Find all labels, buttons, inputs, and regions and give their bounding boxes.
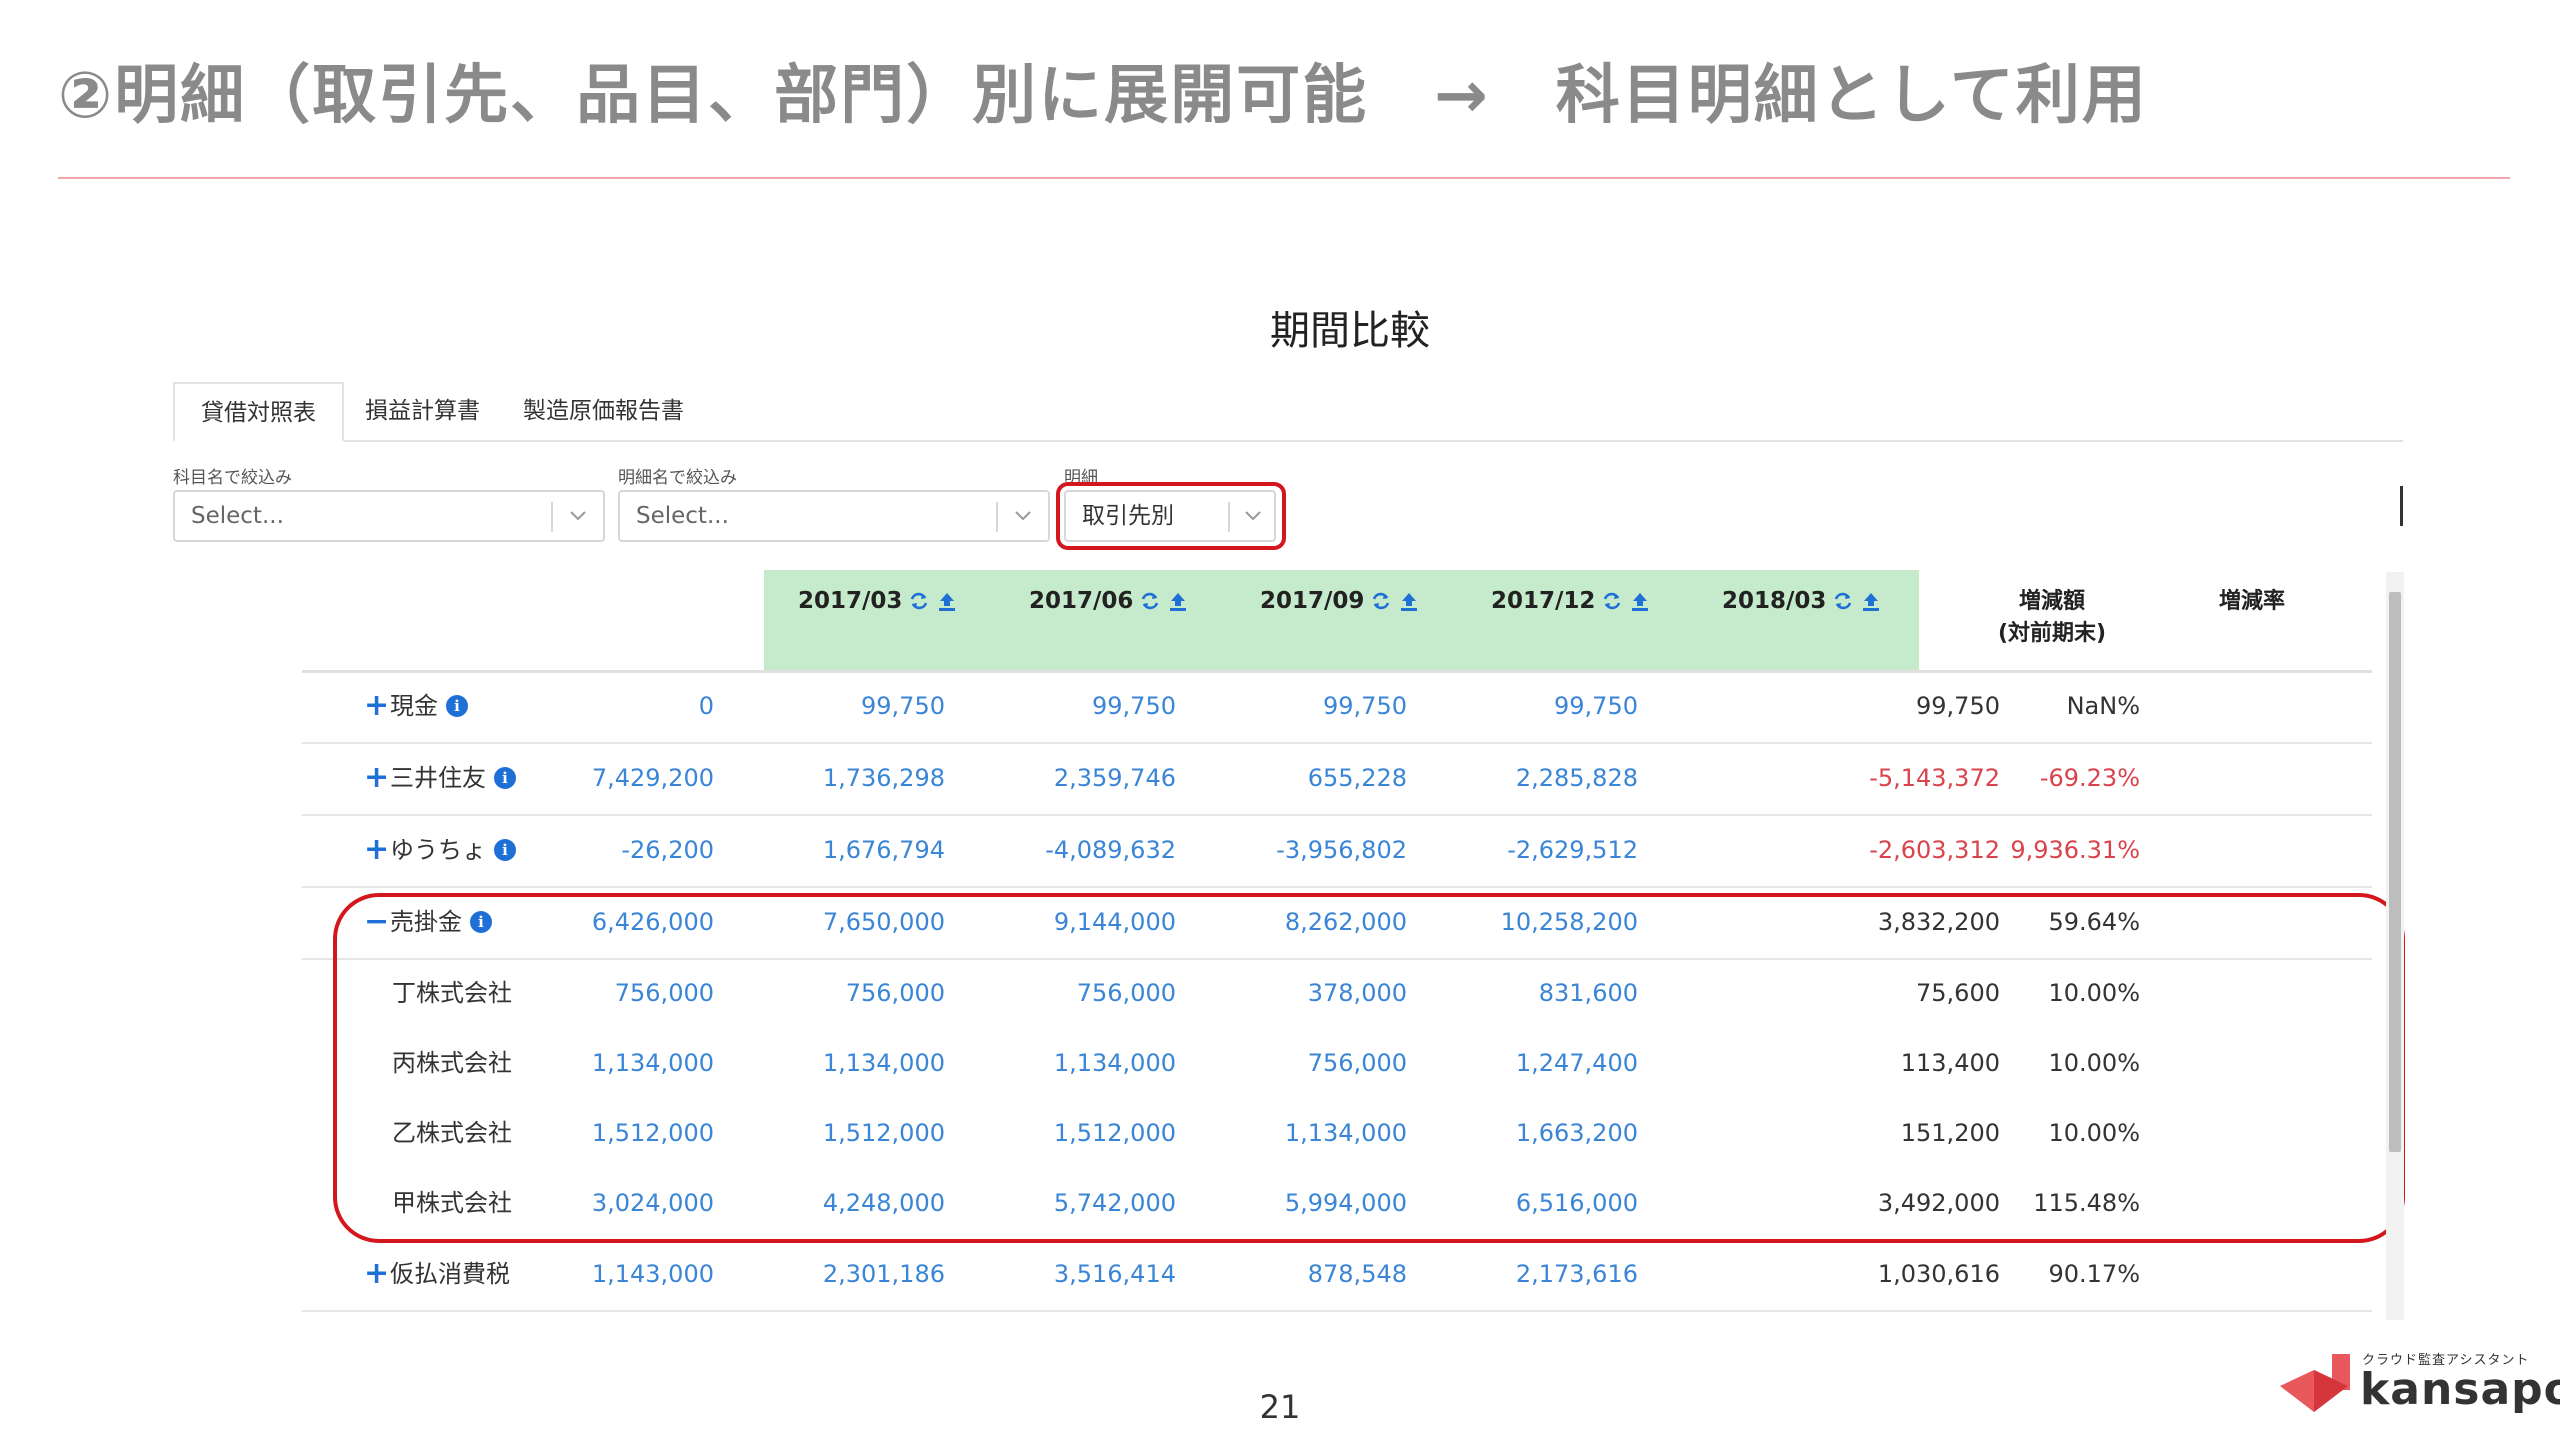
diff-header-line2: (対前期末): [1997, 621, 2107, 646]
period-header-2017-09: 2017/09: [1260, 588, 1420, 614]
refresh-icon[interactable]: [1370, 590, 1392, 612]
row-label: + 現金 i: [364, 670, 468, 742]
upload-icon[interactable]: [936, 590, 958, 612]
period-value[interactable]: 2,285,828: [1516, 742, 1638, 814]
rate-header: 増減率: [2218, 589, 2285, 614]
refresh-icon[interactable]: [1832, 590, 1854, 612]
account-filter-label: 科目名で絞込み: [173, 468, 292, 488]
receivables-highlight: [333, 893, 2405, 1243]
detail-filter-highlight: [1056, 482, 1286, 550]
expand-icon[interactable]: +: [364, 1238, 389, 1310]
table-row: + ゆうちょ i -26,200 1,676,794 -4,089,632 -3,956,8…: [302, 814, 2372, 888]
table-header: 2017/03 2017/06 2017/09 2017/12 2018/03 …: [302, 570, 2372, 673]
refresh-icon[interactable]: [908, 590, 930, 612]
period-header-background: [764, 570, 1919, 670]
period-value[interactable]: 2,359,746: [1054, 742, 1176, 814]
refresh-icon[interactable]: [1601, 590, 1623, 612]
table-row: + 仮払消費税 1,143,000 2,301,186 3,516,414 878,548…: [302, 1238, 2372, 1312]
table-row: + 現金 i 0 99,750 99,750 99,750 99,750 99,750 NaN%: [302, 670, 2372, 744]
period-value[interactable]: 1,736,298: [823, 742, 945, 814]
row-label: + 仮払消費税: [364, 1238, 510, 1310]
panel-heading: 期間比較: [1270, 308, 1430, 354]
period-header-2017-06: 2017/06: [1029, 588, 1189, 614]
detail-name-filter-select[interactable]: Select...: [618, 490, 1050, 542]
rate-value: 90.17%: [2048, 1260, 2140, 1288]
diff-value: 99,750: [1916, 692, 2000, 720]
statement-tabs: 貸借対照表 損益計算書 製造原価報告書: [173, 382, 2403, 442]
tab-balance-sheet[interactable]: 貸借対照表: [173, 382, 344, 442]
account-name: ゆうちょ: [390, 836, 486, 864]
upload-icon[interactable]: [1860, 590, 1882, 612]
period-value[interactable]: 1,676,794: [823, 814, 945, 886]
period-value[interactable]: 3,516,414: [1054, 1238, 1176, 1310]
period-label: 2017/03: [798, 588, 903, 614]
expand-icon[interactable]: +: [364, 814, 389, 886]
rate-value: 9,936.31%: [2010, 836, 2140, 864]
period-label: 2017/09: [1260, 588, 1365, 614]
diff-header-line1: 増減額: [2018, 589, 2085, 614]
period-value[interactable]: 7,429,200: [592, 742, 714, 814]
period-label: 2017/06: [1029, 588, 1134, 614]
period-value[interactable]: 2,173,616: [1516, 1238, 1638, 1310]
upload-icon[interactable]: [1629, 590, 1651, 612]
account-name: 三井住友: [390, 764, 486, 792]
tab-income-statement[interactable]: 損益計算書: [339, 382, 506, 440]
diff-value: -5,143,372: [1869, 764, 2000, 792]
period-value[interactable]: 99,750: [1323, 670, 1407, 742]
info-icon[interactable]: i: [494, 839, 516, 861]
scrollbar-thumb[interactable]: [2389, 592, 2401, 1152]
slide-title: ②明細（取引先、品目、部門）別に展開可能 → 科目明細として利用: [58, 59, 2148, 133]
period-value[interactable]: -3,956,802: [1276, 814, 1407, 886]
period-value[interactable]: 655,228: [1308, 742, 1407, 814]
period-value[interactable]: 2,301,186: [823, 1238, 945, 1310]
period-value[interactable]: 878,548: [1308, 1238, 1407, 1310]
account-name: 仮払消費税: [390, 1260, 510, 1288]
logo-wordmark: kansapo: [2360, 1364, 2560, 1415]
period-value[interactable]: 0: [699, 670, 714, 742]
title-divider: [58, 177, 2510, 179]
select-separator: [996, 502, 998, 532]
tab-manufacturing-cost[interactable]: 製造原価報告書: [497, 382, 710, 440]
rate-value: NaN%: [2066, 692, 2140, 720]
row-label: + ゆうちょ i: [364, 814, 516, 886]
period-label: 2018/03: [1722, 588, 1827, 614]
chevron-down-icon[interactable]: [1012, 503, 1034, 529]
expand-icon[interactable]: +: [364, 742, 389, 814]
rate-value: -69.23%: [2039, 764, 2140, 792]
row-label: + 三井住友 i: [364, 742, 516, 814]
chevron-down-icon[interactable]: [567, 503, 589, 529]
period-value[interactable]: -26,200: [621, 814, 714, 886]
info-icon[interactable]: i: [494, 767, 516, 789]
diff-value: -2,603,312: [1869, 836, 2000, 864]
info-icon[interactable]: i: [446, 695, 468, 717]
diff-value: 1,030,616: [1877, 1260, 2000, 1288]
account-name: 現金: [390, 692, 438, 720]
period-header-2017-03: 2017/03: [798, 588, 958, 614]
upload-icon[interactable]: [1167, 590, 1189, 612]
diff-header: 増減額 (対前期末): [1962, 586, 2142, 650]
select-separator: [551, 502, 553, 532]
period-header-2018-03: 2018/03: [1722, 588, 1882, 614]
detail-name-filter-value: Select...: [636, 503, 729, 529]
period-value[interactable]: -4,089,632: [1045, 814, 1176, 886]
account-filter-select[interactable]: Select...: [173, 490, 605, 542]
period-value[interactable]: 1,143,000: [592, 1238, 714, 1310]
period-value[interactable]: 99,750: [1554, 670, 1638, 742]
period-value[interactable]: 99,750: [861, 670, 945, 742]
period-label: 2017/12: [1491, 588, 1596, 614]
text-cursor: [2400, 486, 2403, 526]
table-scrollbar[interactable]: [2386, 572, 2404, 1320]
period-header-2017-12: 2017/12: [1491, 588, 1651, 614]
refresh-icon[interactable]: [1139, 590, 1161, 612]
page-number: 21: [1259, 1388, 1301, 1426]
table-row: + 三井住友 i 7,429,200 1,736,298 2,359,746 655,228…: [302, 742, 2372, 816]
account-filter-value: Select...: [191, 503, 284, 529]
upload-icon[interactable]: [1398, 590, 1420, 612]
period-value[interactable]: -2,629,512: [1507, 814, 1638, 886]
detail-name-filter-label: 明細名で絞込み: [618, 468, 737, 488]
expand-icon[interactable]: +: [364, 670, 389, 742]
period-value[interactable]: 99,750: [1092, 670, 1176, 742]
